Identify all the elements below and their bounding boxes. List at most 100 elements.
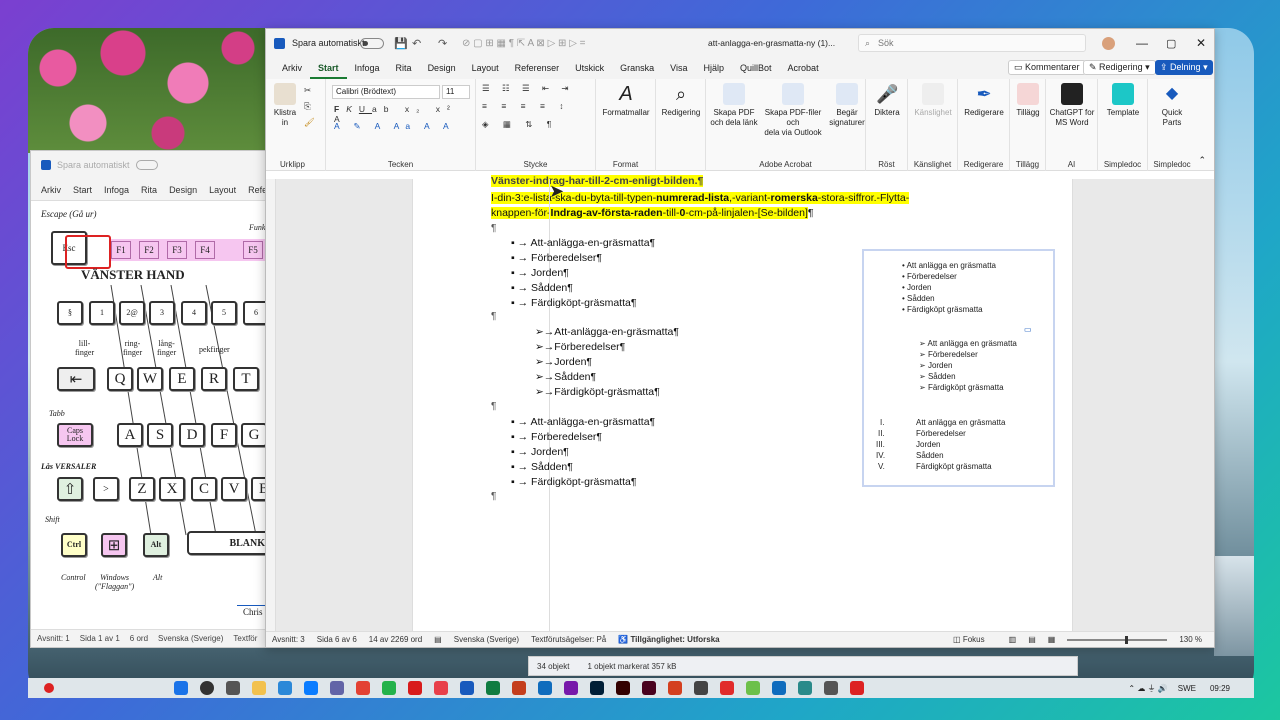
opera-icon[interactable] (408, 681, 422, 695)
zoom-level[interactable]: 130 % (1179, 635, 1202, 644)
app-icon-7[interactable] (850, 681, 864, 695)
tab-rita[interactable]: Rita (388, 57, 420, 79)
redo-icon[interactable]: ↷ (438, 29, 447, 57)
teams-icon[interactable] (330, 681, 344, 695)
focus-button[interactable]: ◫ Fokus (953, 635, 997, 644)
powerpoint-icon[interactable] (512, 681, 526, 695)
format-painter-icon[interactable]: 🖌 (304, 117, 315, 128)
left-menu-item[interactable]: Design (169, 185, 197, 195)
tab-acrobat[interactable]: Acrobat (780, 57, 827, 79)
language-indicator[interactable]: SWE (1178, 684, 1196, 693)
minimize-button[interactable]: — (1136, 29, 1148, 57)
start-icon[interactable] (174, 681, 188, 695)
clock[interactable]: 09:29 (1210, 684, 1230, 693)
read-mode-icon[interactable]: ▥ (1009, 635, 1017, 644)
cut-icon[interactable]: ✂ (304, 85, 311, 96)
arrow-list-item[interactable]: ➢→Att-anlägga-en-gräsmatta¶ (535, 326, 679, 338)
quick-parts-button[interactable]: ◆ Quick Parts (1150, 83, 1194, 128)
pdf-share-link-button[interactable]: Skapa PDF och dela länk (710, 83, 758, 128)
copy-icon[interactable]: ⎘ (304, 101, 311, 112)
bullet-list-1-item[interactable]: ▪ → Färdigköpt-gräsmatta¶ (511, 297, 637, 309)
app-icon-5[interactable] (798, 681, 812, 695)
paste-button[interactable]: Klistra in (272, 83, 298, 128)
font-name-select[interactable]: Calibri (Brödtext) (332, 85, 440, 99)
close-button[interactable]: ✕ (1196, 29, 1206, 57)
app-icon-6[interactable] (824, 681, 838, 695)
tab-referenser[interactable]: Referenser (507, 57, 568, 79)
left-menu-item[interactable]: Infoga (104, 185, 129, 195)
bullet-list-3-item[interactable]: ▪ → Jorden¶ (511, 446, 569, 458)
status-predictions[interactable]: Textförutsägelser: På (531, 635, 606, 644)
template-button[interactable]: Template (1100, 83, 1146, 118)
tab-utskick[interactable]: Utskick (567, 57, 612, 79)
task-view-icon[interactable] (226, 681, 240, 695)
status-page[interactable]: Sida 6 av 6 (317, 635, 357, 644)
editing-button[interactable]: ⌕ Redigering (658, 83, 704, 118)
sensitivity-button[interactable]: Känslighet (910, 83, 956, 118)
styles-button[interactable]: A Formatmallar (600, 83, 652, 118)
excel-icon[interactable] (486, 681, 500, 695)
filezilla-icon[interactable] (668, 681, 682, 695)
addins-button[interactable]: Tillägg (1012, 83, 1044, 118)
left-menu-item[interactable]: Arkiv (41, 185, 61, 195)
left-word-window[interactable]: Spara automatiskt Arkiv Start Infoga Rit… (30, 150, 277, 648)
tab-arkiv[interactable]: Arkiv (274, 57, 310, 79)
align-buttons[interactable]: ≡ ≡ ≡ ≡ ↕ (482, 101, 570, 111)
font-color-buttons[interactable]: A ✎ A Aa A A (334, 121, 455, 132)
app-icon[interactable] (434, 681, 448, 695)
arrow-list-item[interactable]: ➢→Sådden¶ (535, 371, 596, 383)
zoom-slider[interactable] (1067, 635, 1168, 644)
quick-access-icons[interactable]: ⊘ ▢ ⊞ ▦ ¶ ⇱ A ⊠ ▷ ⊞ ▷ = (462, 29, 586, 57)
tab-visa[interactable]: Visa (662, 57, 695, 79)
dictate-button[interactable]: 🎤 Diktera (868, 83, 906, 118)
shading-buttons[interactable]: ◈ ▦ ⇅ ¶ (482, 119, 557, 130)
tab-quillbot[interactable]: QuillBot (732, 57, 780, 79)
search-box[interactable]: ⌕ Sök (858, 34, 1086, 52)
bullet-list-3-item[interactable]: ▪ → Sådden¶ (511, 461, 573, 473)
tray-icons[interactable]: ⌃ ☁ ⏚ 🔊 (1128, 683, 1167, 694)
signatures-button[interactable]: Begär signaturer (828, 83, 866, 128)
tab-design[interactable]: Design (420, 57, 464, 79)
file-explorer-icon[interactable] (252, 681, 266, 695)
pdf-outlook-button[interactable]: Skapa PDF-filer och dela via Outlook (758, 83, 828, 138)
avatar[interactable] (1102, 29, 1115, 57)
undo-icon[interactable]: ↶ (412, 29, 421, 57)
edge-icon[interactable] (304, 681, 318, 695)
editor-button[interactable]: ✒ Redigerare (960, 83, 1008, 118)
bullet-list-1-item[interactable]: ▪ → Att-anlägga-en-gräsmatta¶ (511, 237, 655, 249)
list-buttons[interactable]: ☰ ☷ ☰ ⇤ ⇥ (482, 83, 574, 94)
outlook-icon[interactable] (538, 681, 552, 695)
arrow-list-item[interactable]: ➢→Förberedelser¶ (535, 341, 625, 353)
bullet-list-1-item[interactable]: ▪ → Förberedelser¶ (511, 252, 602, 264)
bullet-list-1-item[interactable]: ▪ → Jorden¶ (511, 267, 569, 279)
arrow-list-item[interactable]: ➢→Jorden¶ (535, 356, 592, 368)
left-autosave-toggle[interactable] (135, 160, 158, 170)
status-language[interactable]: Svenska (Sverige) (454, 635, 519, 644)
example-image[interactable]: • Att anlägga en gräsmatta • Förberedels… (862, 249, 1055, 487)
word-taskbar-icon[interactable] (460, 681, 474, 695)
bullet-list-3-item[interactable]: ▪ → Färdigköpt-gräsmatta¶ (511, 476, 637, 488)
bullet-list-1-item[interactable]: ▪ → Sådden¶ (511, 282, 573, 294)
document-area[interactable]: Vänster-indrag-har-till-2-cm-enligt-bild… (266, 175, 1214, 631)
document-page[interactable]: Vänster-indrag-har-till-2-cm-enligt-bild… (412, 175, 1073, 631)
ribbon-collapse-icon[interactable]: ⌃ (1198, 155, 1206, 166)
left-menu-item[interactable]: Layout (209, 185, 236, 195)
chatgpt-button[interactable]: ChatGPT for MS Word (1048, 83, 1096, 128)
left-menu-item[interactable]: Start (73, 185, 92, 195)
illustrator-icon[interactable] (616, 681, 630, 695)
tab-infoga[interactable]: Infoga (347, 57, 388, 79)
app-icon-2[interactable] (694, 681, 708, 695)
main-word-window[interactable]: Spara automatiskt 💾 ↶ ↷ ⊘ ▢ ⊞ ▦ ¶ ⇱ A ⊠ … (265, 28, 1215, 648)
status-words[interactable]: 14 av 2269 ord (369, 635, 422, 644)
document-title[interactable]: att-anlagga-en-grasmatta-ny (1)... (708, 29, 835, 57)
store-icon[interactable] (278, 681, 292, 695)
tab-layout[interactable]: Layout (464, 57, 507, 79)
share-button[interactable]: ⇪ Delning ▾ (1155, 60, 1213, 75)
indesign-icon[interactable] (642, 681, 656, 695)
comments-button[interactable]: ▭ Kommentarer (1008, 60, 1086, 75)
proofing-icon[interactable]: ▤ (434, 635, 442, 644)
onenote-icon[interactable] (564, 681, 578, 695)
whatsapp-icon[interactable] (382, 681, 396, 695)
tab-hjalp[interactable]: Hjälp (696, 57, 733, 79)
status-accessibility[interactable]: ♿ Tillgänglighet: Utforska (618, 635, 731, 644)
